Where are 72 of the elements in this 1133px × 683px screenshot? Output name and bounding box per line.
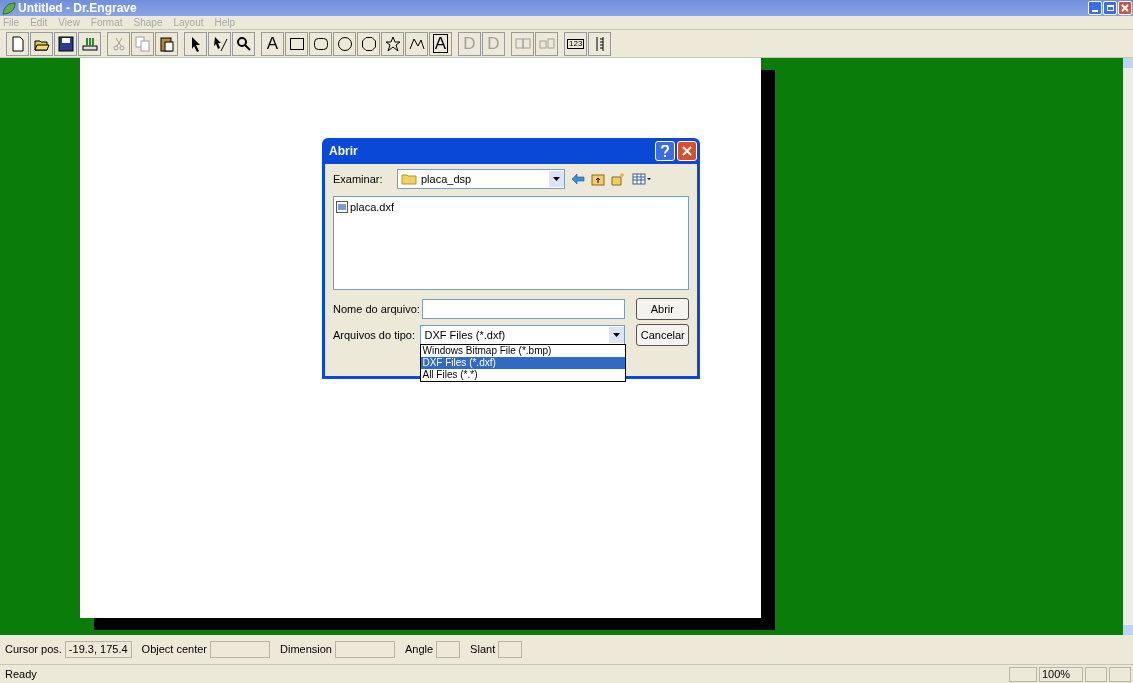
status-label: Dimension bbox=[280, 642, 332, 658]
text-frame-button[interactable]: A bbox=[429, 31, 452, 56]
numbering-button[interactable]: 123 bbox=[564, 31, 588, 56]
status-label: Object center bbox=[141, 642, 207, 658]
close-button[interactable] bbox=[1118, 1, 1132, 15]
status-panel bbox=[1109, 666, 1131, 682]
status-label: Cursor pos. bbox=[5, 642, 62, 658]
filename-label: Nome do arquivo: bbox=[333, 301, 421, 317]
help-button[interactable] bbox=[655, 141, 675, 161]
filetype-option[interactable]: All Files (*.*) bbox=[421, 369, 626, 381]
clipboard-icon bbox=[158, 35, 175, 52]
look-in-label: Examinar: bbox=[333, 171, 384, 187]
window-title: Untitled - Dr.Engrave bbox=[18, 2, 137, 14]
filetype-option[interactable]: Windows Bitmap File (*.bmp) bbox=[421, 345, 626, 357]
toolbar-button[interactable] bbox=[30, 31, 53, 56]
cancel-button[interactable]: Cancelar bbox=[636, 324, 689, 346]
circle-icon bbox=[336, 35, 353, 52]
toolbar-button[interactable] bbox=[309, 31, 332, 56]
status-panel bbox=[1009, 666, 1037, 682]
back-arrow-icon[interactable] bbox=[571, 173, 585, 185]
toolbar-button[interactable] bbox=[357, 31, 380, 56]
toolbar-button[interactable] bbox=[232, 31, 255, 56]
octagon-icon bbox=[360, 35, 377, 52]
maximize-button[interactable] bbox=[1103, 1, 1117, 15]
close-icon bbox=[1121, 4, 1129, 12]
close-button[interactable] bbox=[677, 141, 697, 161]
status-field bbox=[210, 641, 270, 658]
filetype-option[interactable]: DXF Files (*.dxf) bbox=[421, 357, 626, 369]
status-field bbox=[436, 641, 461, 658]
filetype-dropdown[interactable]: DXF Files (*.dxf) bbox=[420, 325, 626, 345]
star-icon bbox=[384, 35, 401, 52]
copy-icon bbox=[134, 35, 151, 52]
status-label: Angle bbox=[404, 642, 434, 658]
view-menu-icon[interactable] bbox=[632, 173, 652, 185]
scanner-icon bbox=[81, 35, 98, 52]
ungroup-icon bbox=[538, 35, 555, 52]
status-field: -19.3, 175.4 bbox=[64, 641, 132, 658]
status-panel bbox=[1085, 666, 1107, 682]
file-entry[interactable]: placa.dxf bbox=[336, 199, 397, 216]
toolbar-button[interactable] bbox=[54, 31, 77, 56]
up-folder-icon[interactable] bbox=[591, 172, 605, 186]
toolbar-button[interactable] bbox=[184, 31, 207, 56]
text-tool-button[interactable]: A bbox=[261, 31, 284, 56]
toolbar-button[interactable] bbox=[333, 31, 356, 56]
scissors-icon bbox=[110, 35, 127, 52]
node-edit-icon bbox=[211, 35, 228, 52]
minimize-button[interactable] bbox=[1088, 1, 1102, 15]
toolbar-button[interactable] bbox=[285, 31, 308, 56]
app-leaf-icon bbox=[2, 1, 16, 15]
magnifier-icon bbox=[235, 35, 252, 52]
open-button[interactable]: Abrir bbox=[635, 298, 689, 320]
rounded-rectangle-icon bbox=[312, 35, 329, 52]
dialog-title: Abrir bbox=[329, 143, 358, 160]
toolbar-button[interactable] bbox=[208, 31, 231, 56]
file-icon bbox=[336, 201, 348, 214]
status-message: Ready bbox=[5, 666, 37, 682]
toolbar-button[interactable] bbox=[381, 31, 404, 56]
status-field bbox=[334, 641, 395, 658]
help-icon bbox=[660, 145, 670, 157]
folder-icon bbox=[401, 173, 417, 185]
new-document-icon bbox=[9, 35, 26, 52]
toolbar-button[interactable] bbox=[155, 31, 178, 56]
status-field bbox=[498, 641, 523, 658]
filetype-label: Arquivos do tipo: bbox=[333, 327, 416, 343]
look-in-dropdown[interactable]: placa_dsp bbox=[397, 169, 565, 189]
status-label: Slant bbox=[470, 642, 496, 658]
zoom-level: 100% bbox=[1039, 666, 1083, 682]
filename-field[interactable] bbox=[421, 299, 625, 319]
close-icon bbox=[682, 146, 692, 156]
group-icon bbox=[514, 35, 531, 52]
toolbar-button[interactable] bbox=[405, 31, 428, 56]
rectangle-icon bbox=[288, 35, 305, 52]
